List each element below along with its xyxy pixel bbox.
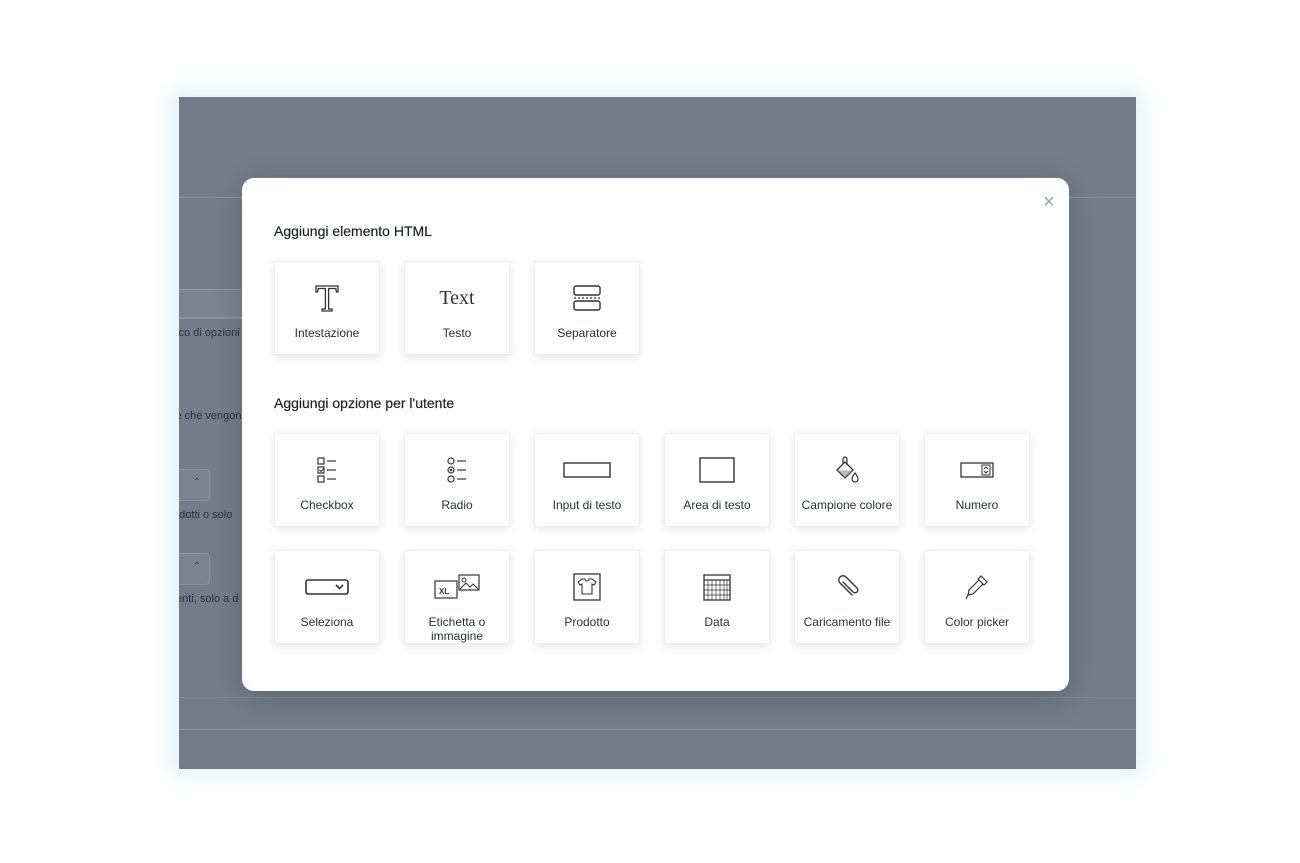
card-radio[interactable]: Radio: [404, 433, 510, 527]
background-text: tenti, solo a d: [179, 593, 239, 605]
background-text: odotti o solo: [179, 509, 233, 521]
card-label: Separatore: [557, 326, 617, 340]
option-section-title: Aggiungi opzione per l'utente: [274, 395, 455, 411]
card-label: Campione colore: [801, 498, 893, 512]
product-icon: [535, 571, 639, 603]
card-label: Etichetta o immagine: [428, 615, 486, 643]
background-select: ⌃: [179, 553, 210, 585]
separator-icon: [535, 282, 639, 314]
card-label: Intestazione: [294, 326, 360, 340]
color-swatch-icon: [795, 454, 899, 486]
text-icon: Text: [405, 282, 509, 314]
card-label: Testo: [442, 326, 472, 340]
card-date[interactable]: Data: [664, 550, 770, 644]
card-label: Radio: [441, 498, 473, 512]
card-label: Caricamento file: [803, 615, 891, 629]
updown-icon: ⌃: [192, 477, 201, 488]
updown-icon: ⌃: [192, 561, 201, 572]
card-label: Numero: [955, 498, 999, 512]
label-image-icon: XL: [405, 571, 509, 603]
close-icon[interactable]: ×: [1039, 192, 1059, 212]
checkbox-icon: [275, 454, 379, 486]
background-divider: [179, 729, 1136, 730]
calendar-icon: [665, 571, 769, 603]
background-divider: [179, 317, 249, 318]
card-color-picker[interactable]: Color picker: [924, 550, 1030, 644]
card-label: Checkbox: [300, 498, 354, 512]
add-element-modal: × Aggiungi elemento HTML Intestazione Te…: [242, 178, 1069, 691]
card-text[interactable]: Text Testo: [404, 261, 510, 355]
card-label: Prodotto: [564, 615, 610, 629]
card-label: Input di testo: [552, 498, 622, 512]
card-separator[interactable]: Separatore: [534, 261, 640, 355]
background-text: le che vengon: [179, 410, 242, 422]
radio-icon: [405, 454, 509, 486]
card-label: Area di testo: [683, 498, 751, 512]
card-heading[interactable]: Intestazione: [274, 261, 380, 355]
background-text: cco di opzioni: [179, 327, 240, 339]
card-textarea[interactable]: Area di testo: [664, 433, 770, 527]
text-glyph: Text: [439, 286, 475, 309]
card-label: Data: [704, 615, 730, 629]
card-product[interactable]: Prodotto: [534, 550, 640, 644]
card-label-image[interactable]: XL Etichetta o immagine: [404, 550, 510, 644]
card-label: Seleziona: [300, 615, 354, 629]
number-icon: [925, 454, 1029, 486]
background-divider: [179, 697, 1136, 698]
card-select[interactable]: Seleziona: [274, 550, 380, 644]
text-input-icon: [535, 454, 639, 486]
card-text-input[interactable]: Input di testo: [534, 433, 640, 527]
card-file-upload[interactable]: Caricamento file: [794, 550, 900, 644]
card-label: Color picker: [944, 615, 1010, 629]
card-number[interactable]: Numero: [924, 433, 1030, 527]
background-input: [179, 289, 251, 319]
xl-badge: XL: [439, 587, 449, 596]
card-color-swatch[interactable]: Campione colore: [794, 433, 900, 527]
background-select: ⌃: [179, 469, 210, 501]
textarea-icon: [665, 454, 769, 486]
paperclip-icon: [795, 571, 899, 603]
heading-icon: [275, 282, 379, 314]
html-section-title: Aggiungi elemento HTML: [274, 223, 432, 239]
card-checkbox[interactable]: Checkbox: [274, 433, 380, 527]
select-icon: [275, 571, 379, 603]
eyedropper-icon: [925, 571, 1029, 603]
